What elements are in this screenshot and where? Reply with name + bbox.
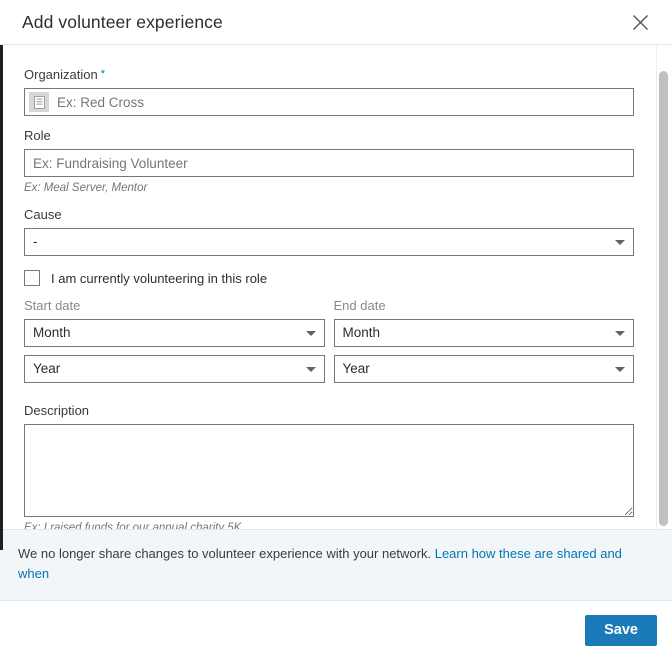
organization-input-wrap bbox=[24, 88, 634, 116]
role-input[interactable] bbox=[24, 149, 634, 177]
start-year-select[interactable]: Year bbox=[24, 355, 325, 383]
start-date-group: Start date Month Year bbox=[24, 286, 325, 391]
close-button[interactable] bbox=[626, 8, 654, 36]
save-button[interactable]: Save bbox=[585, 614, 657, 646]
organization-label-text: Organization bbox=[24, 67, 98, 82]
cause-select-wrap: - bbox=[24, 228, 634, 256]
currently-volunteering-label[interactable]: I am currently volunteering in this role bbox=[51, 271, 267, 286]
currently-volunteering-row[interactable]: I am currently volunteering in this role bbox=[24, 270, 634, 286]
role-label: Role bbox=[24, 128, 51, 143]
cause-select[interactable]: - bbox=[24, 228, 634, 256]
form-scrollbar-track[interactable] bbox=[656, 45, 669, 529]
organization-input[interactable] bbox=[24, 88, 634, 116]
end-date-label: End date bbox=[333, 298, 386, 313]
end-date-group: End date Month Year bbox=[333, 286, 634, 391]
start-year-wrap: Year bbox=[24, 355, 325, 383]
organization-field-group: Organization * bbox=[24, 67, 634, 116]
description-label: Description bbox=[24, 403, 90, 418]
end-year-select[interactable]: Year bbox=[333, 355, 634, 383]
dialog-title: Add volunteer experience bbox=[22, 11, 223, 32]
required-asterisk-icon: * bbox=[100, 68, 105, 80]
start-month-wrap: Month bbox=[24, 319, 325, 347]
currently-volunteering-checkbox[interactable] bbox=[24, 270, 40, 286]
description-helper-text: Ex: I raised funds for our annual charit… bbox=[24, 522, 245, 529]
add-volunteer-experience-dialog: Add volunteer experience Organization* bbox=[0, 0, 672, 659]
cause-field-group: Cause - bbox=[24, 207, 634, 256]
dialog-header: Add volunteer experience bbox=[0, 0, 672, 45]
start-date-label: Start date bbox=[24, 298, 81, 313]
organization-label: Organization * bbox=[24, 67, 634, 83]
date-row: Start date Month Year End date Month Yea… bbox=[24, 286, 634, 391]
role-helper-text: Ex: Meal Server, Mentor bbox=[24, 182, 148, 194]
left-edge-accent bbox=[0, 45, 3, 550]
end-year-wrap: Year bbox=[333, 355, 634, 383]
close-icon bbox=[631, 13, 650, 32]
sharing-notice: We no longer share changes to volunteer … bbox=[0, 529, 672, 601]
end-month-select[interactable]: Month bbox=[333, 319, 634, 347]
form-scroll-area[interactable]: Organization* Role bbox=[0, 45, 672, 529]
form-scrollbar-thumb[interactable] bbox=[659, 71, 668, 526]
start-month-select[interactable]: Month bbox=[24, 319, 325, 347]
end-month-wrap: Month bbox=[333, 319, 634, 347]
dialog-footer: Save bbox=[0, 601, 672, 659]
volunteer-form: Organization* Role bbox=[0, 45, 672, 529]
role-field-group: Role Ex: Meal Server, Mentor bbox=[24, 128, 634, 195]
cause-label: Cause bbox=[24, 207, 62, 222]
description-field-group: Description Ex: I raised funds for our a… bbox=[24, 403, 634, 529]
sharing-notice-text: We no longer share changes to volunteer … bbox=[18, 546, 435, 561]
description-textarea[interactable] bbox=[24, 424, 634, 517]
